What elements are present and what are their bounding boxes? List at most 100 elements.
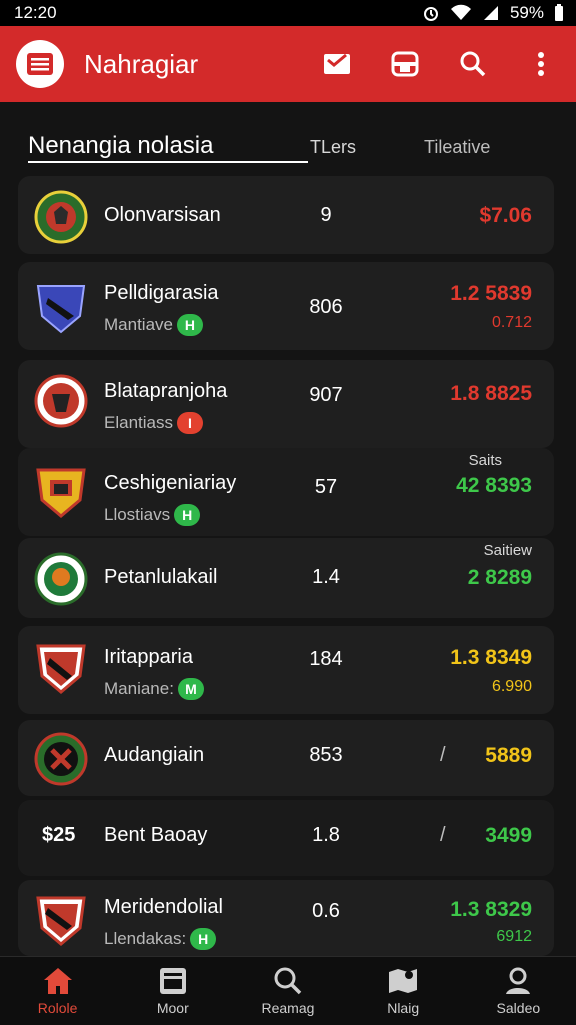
battery-level: 59% (509, 3, 544, 22)
nav-item-home[interactable]: Rolole (3, 966, 113, 1016)
menu-button[interactable] (16, 40, 64, 88)
team-name: Ceshigeniariay (104, 472, 237, 494)
team-count: 184 (309, 648, 343, 670)
wifi-icon (450, 4, 471, 20)
team-crest-icon (34, 374, 88, 428)
team-value: 42 8393 (456, 474, 532, 497)
team-subtitle-text: Llostiavs (104, 505, 171, 524)
print-icon (391, 51, 419, 77)
list-item[interactable]: Meridendolial Llendakas: H 0.6 1.3 8329 … (18, 880, 554, 956)
more-vert-icon (538, 52, 544, 76)
team-name: Petanlulakail (104, 566, 218, 588)
list-item[interactable]: Audangiain 853 / 5889 (18, 720, 554, 796)
status-icons (422, 4, 500, 22)
list-item[interactable]: Pelldigarasia Mantiave H 806 1.2 5839 0.… (18, 262, 554, 350)
search-icon (460, 51, 486, 77)
nav-item-search[interactable]: Reamag (233, 966, 343, 1016)
nav-item-inbox[interactable]: Moor (118, 966, 228, 1016)
team-crest-icon (34, 552, 88, 606)
column-header-tlers[interactable]: TLers (310, 137, 356, 158)
team-top-label: Saits (468, 452, 502, 469)
status-badge: H (190, 928, 217, 950)
team-subtitle: Llostiavs H (104, 504, 201, 526)
list-item[interactable]: $25 Bent Baoay 1.8 / 3499 (18, 800, 554, 876)
team-value: $7.06 (479, 204, 532, 227)
list-item[interactable]: Iritapparia Maniane: M 184 1.3 8349 6.99… (18, 626, 554, 714)
team-name: Bent Baoay (104, 824, 208, 846)
status-badge: I (176, 412, 203, 434)
team-value: 1.8 8825 (450, 382, 532, 405)
signal-icon (483, 6, 498, 20)
map-icon (389, 969, 418, 993)
nav-item-profile[interactable]: Saldeo (463, 966, 573, 1016)
nav-label: Rolole (37, 1000, 78, 1016)
team-crest-icon (34, 732, 88, 786)
team-crest-icon (36, 896, 86, 946)
team-name: Blatapranjoha (104, 380, 228, 402)
team-value: 1.3 8349 (450, 646, 532, 669)
team-secondary-value: 6.990 (491, 678, 532, 695)
team-value: 3499 (485, 824, 532, 847)
team-name: Olonvarsisan (104, 204, 221, 226)
team-subtitle: Elantiass I (104, 412, 203, 434)
battery-icon (555, 4, 563, 21)
team-value: 2 8289 (467, 566, 532, 589)
alarm-icon (423, 7, 438, 21)
mail-button[interactable] (318, 45, 356, 83)
status-bar: 12:20 59% (0, 0, 576, 26)
team-count: 1.8 (312, 824, 340, 846)
list-item[interactable]: Saitiew Petanlulakail 1.4 2 8289 (18, 538, 554, 618)
status-right: 59% (422, 3, 564, 23)
app-actions (318, 45, 560, 83)
search-button[interactable] (454, 45, 492, 83)
app-bar: Nahragiar (0, 26, 576, 102)
more-button[interactable] (522, 45, 560, 83)
team-count: 1.4 (312, 566, 340, 588)
team-name: Meridendolial (104, 896, 223, 918)
list-item[interactable]: Blatapranjoha Elantiass I 907 1.8 8825 (18, 360, 554, 448)
nav-label: Nlaig (387, 1000, 420, 1016)
status-time: 12:20 (14, 3, 57, 22)
team-name: Iritapparia (104, 646, 193, 668)
team-top-label: Saitiew (483, 542, 532, 559)
nav-label: Reamag (261, 1000, 315, 1016)
app-title: Nahragiar (84, 48, 199, 79)
nav-item-map[interactable]: Nlaig (348, 966, 458, 1016)
status-badge: H (176, 314, 203, 336)
trend-slash: / (440, 824, 446, 846)
team-crest-icon (34, 190, 88, 244)
team-value: 1.2 5839 (450, 282, 532, 305)
status-badge: M (177, 678, 204, 700)
trend-slash: / (440, 744, 446, 766)
profile-icon (506, 967, 531, 994)
team-count: 806 (309, 296, 343, 318)
list-item[interactable]: Olonvarsisan 9 $7.06 (18, 176, 554, 254)
team-secondary-value: 0.712 (491, 314, 532, 331)
team-subtitle: Llendakas: H (104, 928, 217, 950)
team-count: 9 (320, 204, 332, 226)
list-title: Nenangia nolasia (28, 131, 308, 163)
print-button[interactable] (386, 45, 424, 83)
search-icon (274, 967, 302, 995)
mail-icon (324, 53, 350, 74)
team-subtitle-text: Elantiass (104, 413, 173, 432)
team-count: 57 (314, 476, 338, 498)
team-name: Pelldigarasia (104, 282, 219, 304)
team-crest-icon (36, 285, 86, 334)
bottom-nav: Rolole Moor Reamag Nlaig Saldeo (0, 956, 576, 1025)
team-name: Audangiain (104, 744, 205, 766)
team-subtitle-text: Mantiave (104, 315, 173, 334)
home-icon (43, 968, 72, 994)
status-badge: H (174, 504, 201, 526)
team-count: 853 (309, 744, 343, 766)
team-value: 5889 (485, 744, 532, 767)
inbox-icon (159, 968, 186, 994)
column-header-tileative[interactable]: Tileative (424, 137, 490, 158)
list-item[interactable]: Saits Ceshigeniariay Llostiavs H 57 42 8… (18, 448, 554, 536)
team-crest-icon (36, 468, 86, 518)
team-secondary-value: 6912 (496, 928, 532, 945)
team-subtitle-text: Llendakas: (104, 929, 187, 948)
menu-icon (27, 53, 53, 75)
team-subtitle: Maniane: M (104, 678, 204, 700)
team-count: 0.6 (312, 900, 340, 922)
